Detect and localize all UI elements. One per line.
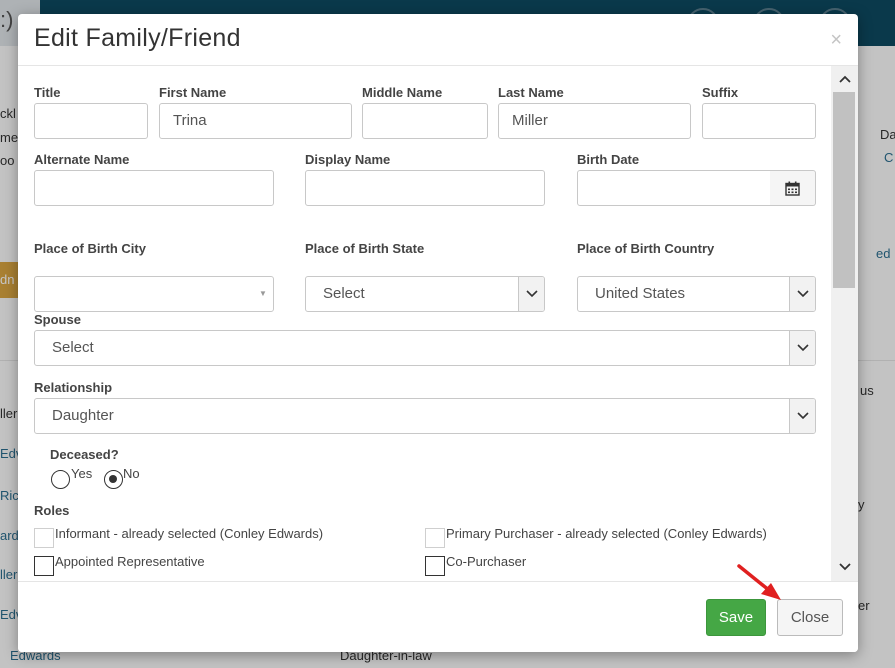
close-icon[interactable]: × bbox=[830, 30, 842, 50]
first-name-label: First Name bbox=[159, 85, 227, 100]
dialog-body: Title First Name Trina Middle Name Last … bbox=[18, 66, 858, 581]
dialog-title: Edit Family/Friend bbox=[34, 24, 241, 52]
birth-city-label: Place of Birth City bbox=[34, 241, 146, 256]
annotation-arrow-icon bbox=[737, 564, 781, 600]
appointed-representative-checkbox[interactable] bbox=[34, 556, 54, 576]
alternate-name-input[interactable] bbox=[34, 170, 274, 206]
informant-label: Informant - already selected (Conley Edw… bbox=[55, 526, 324, 541]
birth-country-label: Place of Birth Country bbox=[577, 241, 715, 256]
suffix-input[interactable] bbox=[702, 103, 816, 139]
scrollbar-thumb[interactable] bbox=[833, 92, 855, 288]
chevron-down-icon bbox=[789, 331, 815, 365]
title-label: Title bbox=[34, 85, 61, 100]
spouse-label: Spouse bbox=[34, 312, 81, 327]
birth-city-combobox[interactable]: ▼ bbox=[34, 276, 274, 312]
deceased-label: Deceased? bbox=[50, 447, 119, 462]
co-purchaser-label: Co-Purchaser bbox=[446, 554, 527, 569]
birth-country-select[interactable]: United States bbox=[577, 276, 816, 312]
chevron-down-icon bbox=[789, 277, 815, 311]
last-name-input[interactable]: Miller bbox=[498, 103, 691, 139]
scroll-up-icon[interactable] bbox=[831, 68, 858, 90]
primary-purchaser-label: Primary Purchaser - already selected (Co… bbox=[446, 526, 767, 541]
chevron-down-icon bbox=[789, 399, 815, 433]
middle-name-input[interactable] bbox=[362, 103, 488, 139]
caret-down-icon: ▼ bbox=[259, 289, 267, 298]
deceased-yes-radio[interactable] bbox=[51, 470, 70, 489]
spouse-select[interactable]: Select bbox=[34, 330, 816, 366]
dialog-header: Edit Family/Friend × bbox=[18, 14, 858, 66]
informant-checkbox[interactable] bbox=[34, 528, 54, 548]
deceased-no-label: No bbox=[123, 466, 140, 481]
last-name-label: Last Name bbox=[498, 85, 564, 100]
chevron-down-icon bbox=[518, 277, 544, 311]
dialog-footer: Save Close bbox=[18, 581, 858, 652]
deceased-no-radio[interactable] bbox=[104, 470, 123, 489]
appointed-representative-label: Appointed Representative bbox=[55, 554, 205, 569]
relationship-select[interactable]: Daughter bbox=[34, 398, 816, 434]
deceased-yes-label: Yes bbox=[71, 466, 93, 481]
spouse-value: Select bbox=[52, 339, 94, 356]
save-button[interactable]: Save bbox=[706, 599, 766, 636]
date-picker-button[interactable] bbox=[770, 170, 816, 206]
birth-state-value: Select bbox=[323, 285, 365, 302]
scroll-down-icon[interactable] bbox=[831, 556, 858, 578]
primary-purchaser-checkbox[interactable] bbox=[425, 528, 445, 548]
display-name-input[interactable] bbox=[305, 170, 545, 206]
birth-state-label: Place of Birth State bbox=[305, 241, 425, 256]
relationship-value: Daughter bbox=[52, 407, 114, 424]
co-purchaser-checkbox[interactable] bbox=[425, 556, 445, 576]
middle-name-label: Middle Name bbox=[362, 85, 443, 100]
relationship-label: Relationship bbox=[34, 380, 113, 395]
alternate-name-label: Alternate Name bbox=[34, 152, 130, 167]
dialog-scrollbar[interactable] bbox=[831, 66, 858, 581]
display-name-label: Display Name bbox=[305, 152, 391, 167]
birth-country-value: United States bbox=[595, 285, 686, 302]
birth-date-label: Birth Date bbox=[577, 152, 640, 167]
first-name-input[interactable]: Trina bbox=[159, 103, 352, 139]
roles-label: Roles bbox=[34, 503, 70, 518]
edit-family-friend-dialog: Edit Family/Friend × Title First Name Tr… bbox=[18, 14, 858, 652]
birth-state-select[interactable]: Select bbox=[305, 276, 545, 312]
calendar-icon bbox=[785, 181, 800, 196]
title-input[interactable] bbox=[34, 103, 148, 139]
suffix-label: Suffix bbox=[702, 85, 739, 100]
birth-date-input[interactable] bbox=[577, 170, 771, 206]
close-button[interactable]: Close bbox=[777, 599, 843, 636]
